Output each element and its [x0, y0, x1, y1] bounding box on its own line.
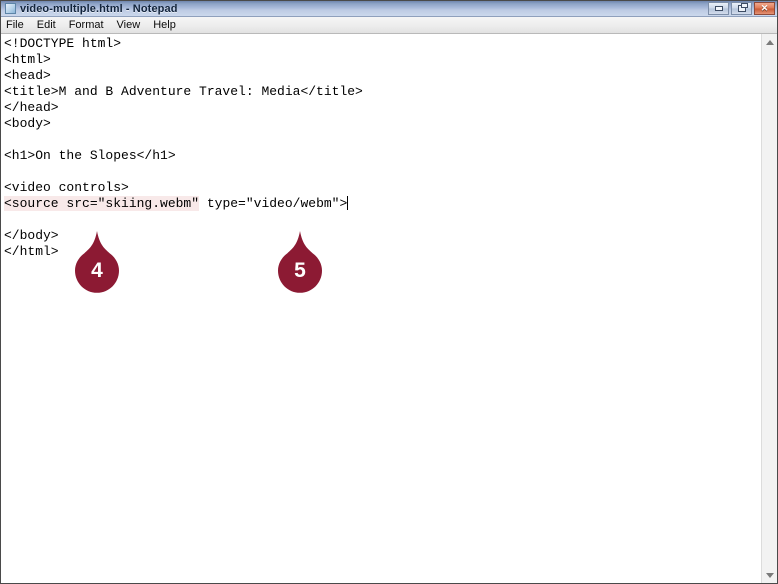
window-title: video-multiple.html - Notepad	[20, 2, 178, 15]
code-line-remainder: type="video/webm">	[199, 196, 348, 211]
title-bar[interactable]: video-multiple.html - Notepad ✕	[1, 1, 777, 17]
chevron-down-icon	[765, 572, 774, 578]
text-editor[interactable]: <!DOCTYPE html> <html> <head> <title>M a…	[1, 34, 761, 583]
code-line: <html>	[4, 52, 51, 67]
notepad-window: video-multiple.html - Notepad ✕ File Edi…	[0, 0, 778, 584]
menu-item-view[interactable]: View	[117, 19, 148, 31]
menu-item-format[interactable]: Format	[69, 19, 111, 31]
maximize-button[interactable]	[731, 2, 752, 15]
code-line: <video controls>	[4, 180, 129, 195]
code-content: <!DOCTYPE html> <html> <head> <title>M a…	[4, 36, 761, 260]
callout-marker-label: 4	[91, 259, 103, 282]
callout-marker-4[interactable]: 4	[75, 231, 119, 293]
code-line: <h1>On the Slopes</h1>	[4, 148, 176, 163]
code-line: <!DOCTYPE html>	[4, 36, 122, 51]
scrollbar-down-arrow[interactable]	[762, 567, 777, 583]
chevron-up-icon	[765, 39, 774, 45]
window-controls: ✕	[708, 2, 775, 15]
code-line: </head>	[4, 100, 59, 115]
minimize-icon	[714, 6, 723, 11]
editor-area: <!DOCTYPE html> <html> <head> <title>M a…	[1, 34, 777, 583]
menu-item-file[interactable]: File	[6, 19, 31, 31]
code-line: </body>	[4, 228, 59, 243]
vertical-scrollbar[interactable]	[761, 34, 777, 583]
code-line: <head>	[4, 68, 51, 83]
code-line: </html>	[4, 244, 59, 259]
menu-item-help[interactable]: Help	[153, 19, 183, 31]
scrollbar-up-arrow[interactable]	[762, 34, 777, 50]
menu-item-edit[interactable]: Edit	[37, 19, 63, 31]
close-button[interactable]: ✕	[754, 2, 775, 15]
callout-marker-label: 5	[294, 259, 306, 282]
code-line: <body>	[4, 116, 51, 131]
code-line: <title>M and B Adventure Travel: Media</…	[4, 84, 363, 99]
callout-marker-5[interactable]: 5	[278, 231, 322, 293]
text-caret	[347, 196, 349, 210]
minimize-button[interactable]	[708, 2, 729, 15]
maximize-icon	[737, 3, 748, 12]
menu-bar: File Edit Format View Help	[1, 17, 777, 34]
close-icon: ✕	[760, 3, 769, 13]
notepad-document-icon	[5, 3, 16, 14]
highlighted-code-fragment: <source src="skiing.webm"	[4, 196, 200, 211]
